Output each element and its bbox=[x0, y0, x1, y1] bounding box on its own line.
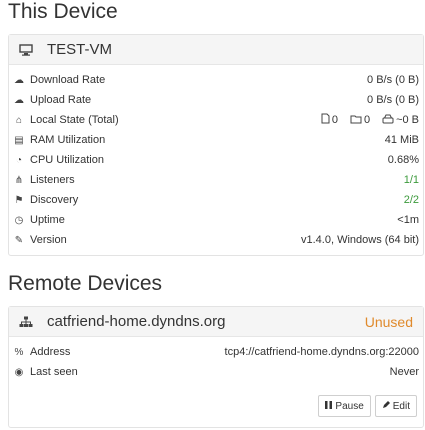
local-state-value: 0 0 ~0 B bbox=[321, 113, 419, 127]
desktop-icon bbox=[19, 43, 33, 57]
row-cpu: ◔ CPU Utilization 0.68% bbox=[13, 150, 419, 170]
edit-label: Edit bbox=[392, 400, 410, 412]
sitemap-icon: ⋔ bbox=[14, 174, 24, 186]
hdd-icon bbox=[382, 114, 394, 127]
sitemap-icon bbox=[19, 315, 33, 329]
cloud-download-icon: ☁ bbox=[14, 74, 24, 86]
local-state-label: Local State (Total) bbox=[30, 114, 119, 126]
row-last-seen: ◉ Last seen Never bbox=[13, 362, 419, 382]
cpu-label: CPU Utilization bbox=[30, 154, 104, 166]
local-folders-count: 0 bbox=[363, 114, 371, 126]
address-label: Address bbox=[30, 346, 71, 358]
remote-device-status: Unused bbox=[364, 313, 413, 330]
download-rate-value: 0 B/s (0 B) bbox=[367, 74, 419, 86]
uptime-value: <1m bbox=[397, 214, 419, 226]
last-seen-label: Last seen bbox=[30, 366, 78, 378]
uptime-label: Uptime bbox=[30, 214, 65, 226]
remote-devices-title: Remote Devices bbox=[8, 272, 163, 295]
local-files-count: 0 bbox=[331, 114, 338, 126]
pencil-icon bbox=[382, 400, 390, 412]
this-device-panel: TEST-VM ☁ Download Rate 0 B/s (0 B) ☁ Uplo… bbox=[8, 34, 424, 256]
file-icon bbox=[321, 113, 330, 127]
listeners-value[interactable]: 1/1 bbox=[404, 174, 419, 186]
tag-icon: ✎ bbox=[14, 234, 24, 246]
device-header[interactable]: TEST-VM bbox=[9, 35, 423, 65]
remote-device-panel: catfriend-home.dyndns.org Unused % Addres… bbox=[8, 306, 424, 428]
download-rate-label: Download Rate bbox=[30, 74, 106, 86]
row-listeners: ⋔ Listeners 1/1 bbox=[13, 170, 419, 190]
home-icon: ⌂ bbox=[15, 114, 23, 126]
link-icon: % bbox=[14, 346, 24, 358]
cpu-value: 0.68% bbox=[387, 154, 419, 166]
cloud-upload-icon: ☁ bbox=[14, 94, 24, 106]
remote-device-header[interactable]: catfriend-home.dyndns.org Unused bbox=[9, 307, 423, 337]
ram-label: RAM Utilization bbox=[30, 134, 106, 146]
row-download-rate: ☁ Download Rate 0 B/s (0 B) bbox=[13, 70, 419, 90]
row-ram: ▤ RAM Utilization 41 MiB bbox=[13, 130, 419, 150]
row-upload-rate: ☁ Upload Rate 0 B/s (0 B) bbox=[13, 90, 419, 110]
this-device-title: This Device bbox=[8, 0, 118, 23]
last-seen-value: Never bbox=[389, 366, 419, 378]
memory-icon: ▤ bbox=[14, 134, 24, 146]
upload-rate-label: Upload Rate bbox=[30, 94, 92, 106]
discovery-value[interactable]: 2/2 bbox=[404, 194, 419, 206]
folder-icon bbox=[350, 114, 362, 127]
pause-icon bbox=[325, 400, 333, 412]
version-label: Version bbox=[30, 234, 67, 246]
listeners-label: Listeners bbox=[30, 174, 75, 186]
row-version: ✎ Version v1.4.0, Windows (64 bit) bbox=[13, 230, 419, 250]
local-size: ~0 B bbox=[396, 114, 419, 126]
version-value: v1.4.0, Windows (64 bit) bbox=[301, 234, 419, 246]
row-local-state: ⌂ Local State (Total) 0 0 ~0 B bbox=[13, 110, 419, 130]
edit-button[interactable]: Edit bbox=[374, 395, 417, 417]
row-uptime: ◷ Uptime <1m bbox=[13, 210, 419, 230]
discovery-label: Discovery bbox=[30, 194, 79, 206]
row-address: % Address tcp4://catfriend-home.dyndns.or… bbox=[13, 342, 419, 362]
eye-icon: ◉ bbox=[14, 366, 24, 378]
pause-button[interactable]: Pause bbox=[318, 395, 371, 417]
ram-value: 41 MiB bbox=[384, 134, 419, 146]
upload-rate-value: 0 B/s (0 B) bbox=[367, 94, 419, 106]
tachometer-icon: ◔ bbox=[15, 154, 23, 166]
device-name: TEST-VM bbox=[47, 41, 113, 58]
row-discovery: ⚑ Discovery 2/2 bbox=[13, 190, 419, 210]
signpost-icon: ⚑ bbox=[14, 194, 24, 206]
pause-label: Pause bbox=[335, 400, 364, 412]
clock-icon: ◷ bbox=[14, 214, 24, 226]
address-value: tcp4://catfriend-home.dyndns.org:22000 bbox=[224, 346, 419, 358]
remote-device-name: catfriend-home.dyndns.org bbox=[47, 313, 226, 330]
